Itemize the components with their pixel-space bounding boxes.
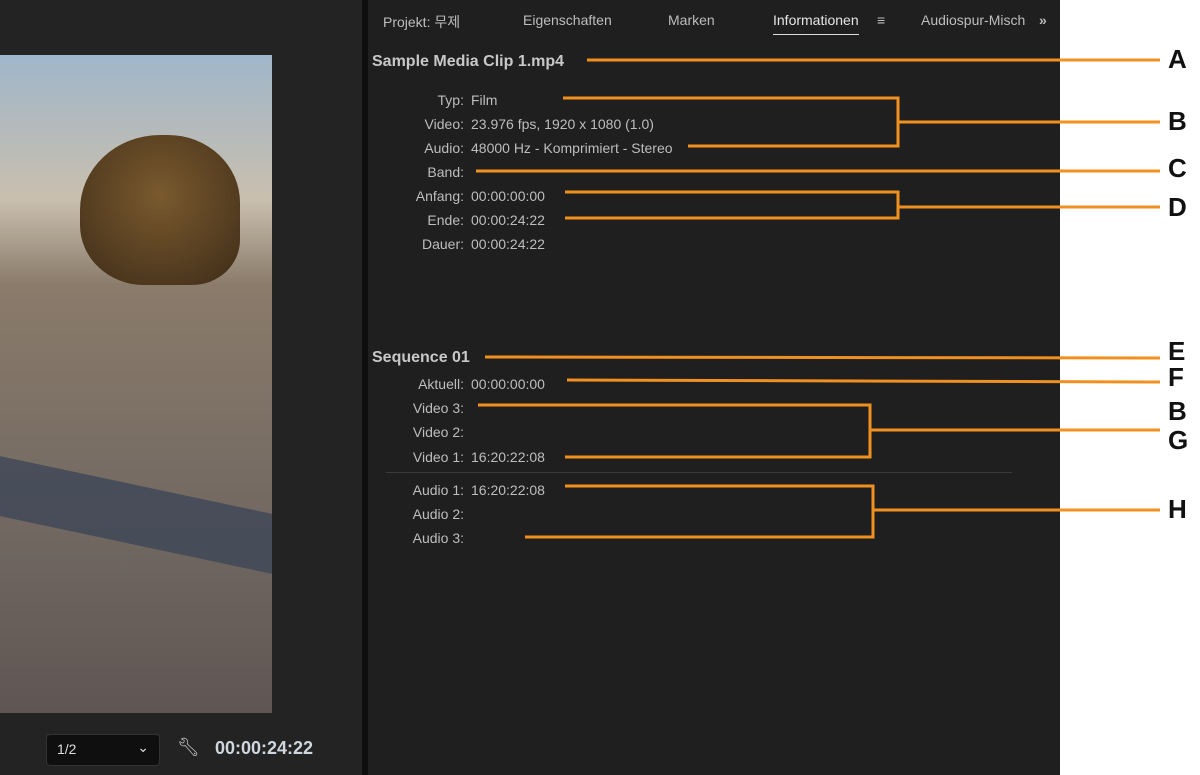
callout-line-bg — [478, 403, 1160, 459]
callout-label: H — [1168, 494, 1187, 524]
callout-line-e — [484, 355, 1161, 360]
callout-line-f — [566, 378, 1161, 384]
callout-label: C — [1168, 153, 1187, 183]
callout-lines — [476, 58, 1161, 539]
callout-label: F — [1168, 362, 1184, 392]
callout-line-d — [565, 190, 1160, 220]
callout-label: D — [1168, 192, 1187, 222]
callout-line-h — [525, 484, 1160, 539]
callout-label: B — [1168, 106, 1187, 136]
callout-label: A — [1168, 44, 1187, 74]
callout-label: B — [1168, 396, 1187, 426]
callout-line-b1 — [563, 96, 1160, 148]
callout-label: G — [1168, 425, 1189, 455]
